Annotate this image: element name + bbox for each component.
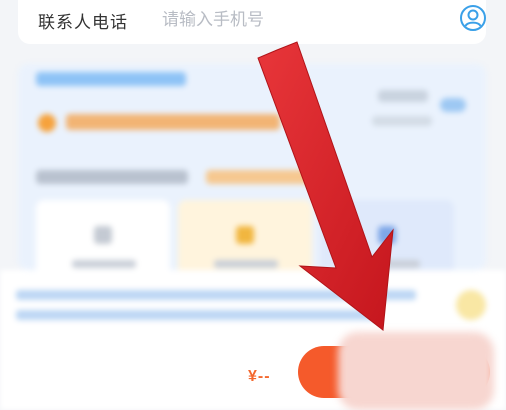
option-label (214, 260, 278, 268)
option-label (72, 260, 136, 268)
option-icon (94, 226, 112, 244)
coin-icon (38, 114, 56, 132)
option-tile[interactable] (178, 200, 312, 276)
option-tile[interactable] (36, 200, 170, 276)
section-hint (206, 170, 316, 184)
option-icon (236, 226, 254, 244)
notice-icon[interactable] (456, 290, 486, 320)
blurred-button-label (338, 332, 494, 410)
promo-toggle[interactable] (440, 98, 466, 112)
notice-text (16, 290, 416, 300)
option-icon (378, 226, 396, 244)
promo-tag (36, 72, 186, 86)
promo-title (66, 114, 280, 130)
price-label: ¥-- (248, 368, 271, 385)
notice-text (16, 310, 376, 320)
promo-side-text (378, 90, 428, 102)
promo-side-subtext (372, 116, 432, 126)
option-tile[interactable] (320, 200, 454, 276)
option-label (356, 260, 420, 268)
section-label (36, 170, 188, 184)
